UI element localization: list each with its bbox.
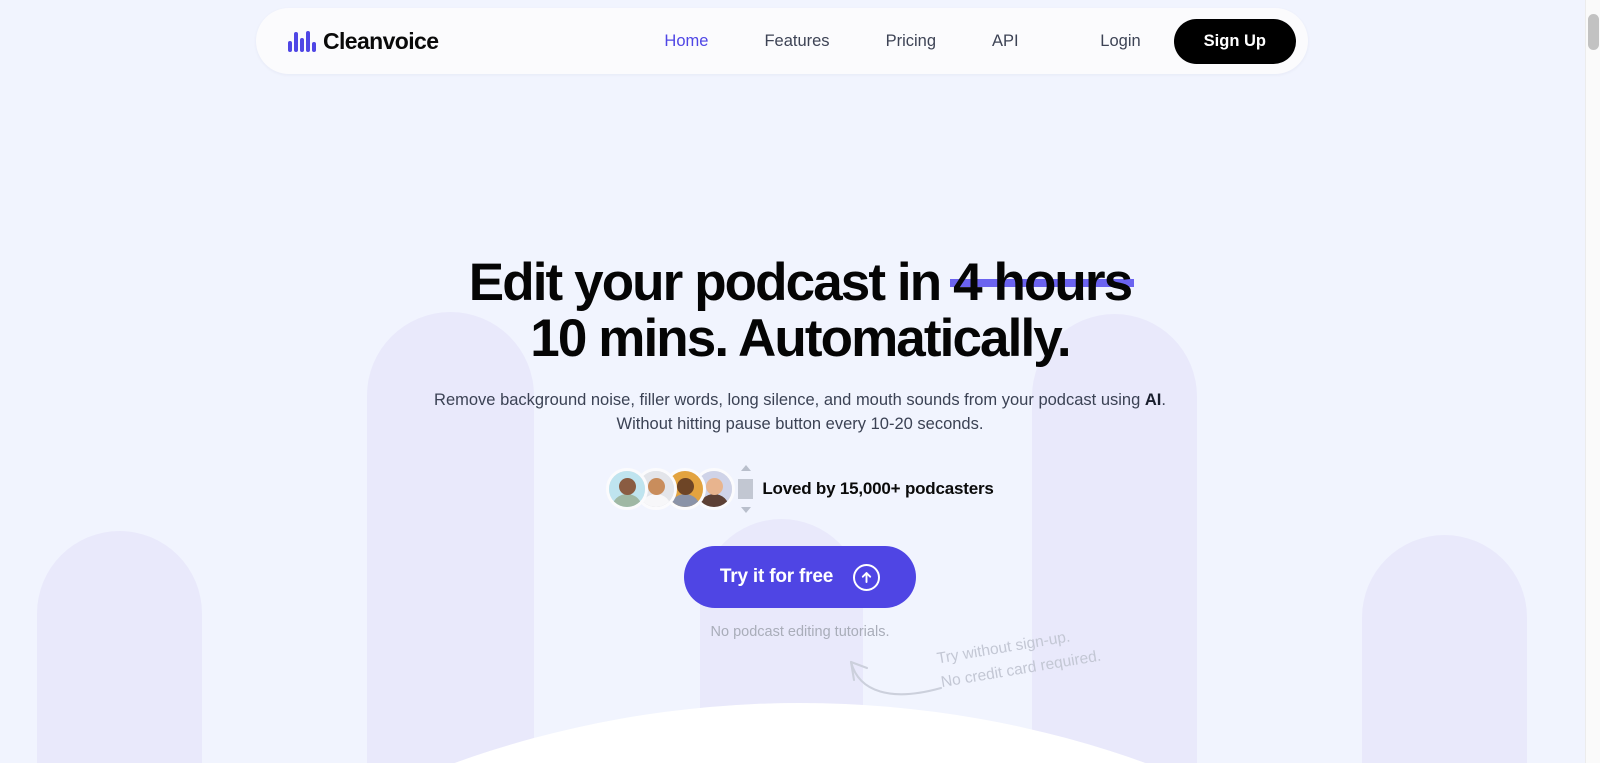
arrow-up-circle-icon [853,563,881,591]
subtitle-line-2: Without hitting pause button every 10-20… [616,415,984,434]
page-scrollbar-thumb[interactable] [1588,14,1599,50]
social-proof-label: Loved by 15,000+ podcasters [762,479,994,499]
headline-strikethrough: 4 hours [950,253,1135,312]
signup-button[interactable]: Sign Up [1173,18,1296,64]
brand-logo[interactable]: Cleanvoice [288,27,439,55]
scrollbar-thumb[interactable] [738,479,754,500]
subtitle-text-a: Remove background noise, filler words, l… [434,391,1145,410]
page-title: Edit your podcast in 4 hours 10 mins. Au… [0,253,1600,369]
nav-item-features[interactable]: Features [736,32,857,51]
mini-scrollbar[interactable] [738,465,754,514]
subtitle-text-b: . [1161,391,1166,410]
nav-item-api[interactable]: API [964,32,1047,51]
brand-name: Cleanvoice [322,27,439,54]
nav-actions: Login Sign Up [1100,18,1296,64]
avatar-group [606,468,736,511]
navbar: Cleanvoice Home Features Pricing API Log… [256,8,1308,74]
headline-strikethrough-text: 4 hours [953,253,1133,312]
hero-section: Edit your podcast in 4 hours 10 mins. Au… [0,253,1600,640]
cta-note: No podcast editing tutorials. [710,624,890,641]
social-proof: Loved by 15,000+ podcasters [0,465,1600,514]
bottom-white-curve [0,703,1600,763]
headline-line-1: Edit your podcast in [468,253,954,312]
login-link[interactable]: Login [1100,32,1140,51]
hero-subtitle: Remove background noise, filler words, l… [0,389,1600,437]
subtitle-bold-ai: AI [1144,391,1162,410]
scroll-down-arrow-icon[interactable] [740,507,751,514]
scroll-up-arrow-icon[interactable] [740,465,751,472]
avatar [606,468,649,511]
cta-container: Try it for free No podcast editing tutor… [0,546,1600,640]
headline-line-2: 10 mins. Automatically. [530,309,1071,369]
nav-item-home[interactable]: Home [636,32,736,51]
try-it-for-free-button[interactable]: Try it for free [683,546,917,609]
nav-links: Home Features Pricing API [636,32,1046,51]
page-scrollbar[interactable] [1585,0,1600,763]
nav-item-pricing[interactable]: Pricing [858,32,964,51]
cta-label: Try it for free [719,566,834,588]
waveform-icon [288,30,316,52]
